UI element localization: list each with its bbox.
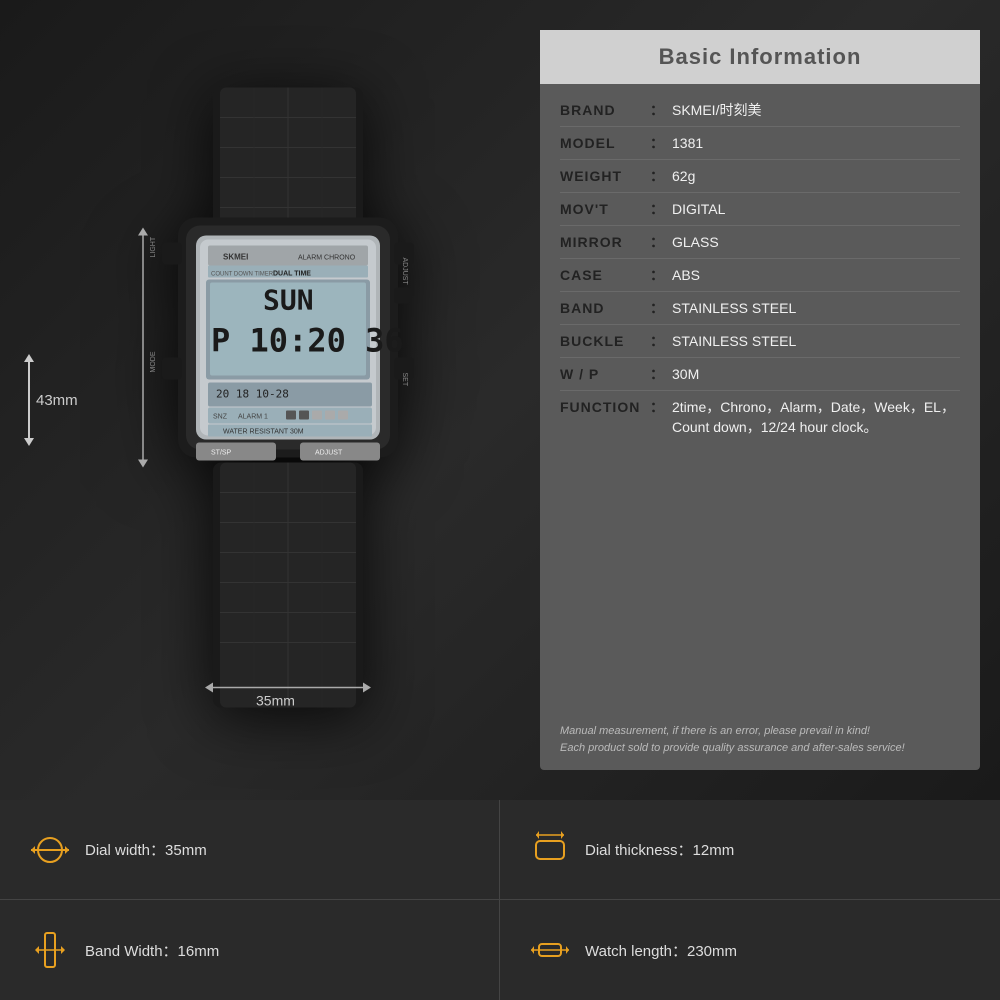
svg-text:MODE: MODE (150, 351, 157, 372)
info-rows: BRAND：SKMEI/时刻美MODEL：1381WEIGHT：62gMOV'T… (540, 84, 980, 715)
height-dimension: 43mm (28, 360, 78, 440)
info-row-value: SKMEI/时刻美 (672, 100, 761, 120)
info-row: MODEL： 1381 (560, 127, 960, 160)
info-row-sep: ： (650, 397, 664, 417)
info-row-value: STAINLESS STEEL (672, 300, 796, 316)
info-row-label: MODEL (560, 135, 650, 151)
info-row: CASE： ABS (560, 259, 960, 292)
info-row-sep: ： (650, 166, 664, 186)
info-row-value: 30M (672, 366, 699, 382)
spec-cell-1: Dial thickness：12mm (500, 800, 1000, 900)
svg-text:SUN: SUN (263, 284, 314, 317)
spec-label-2: Band Width：16mm (85, 940, 219, 961)
info-row-label: MOV'T (560, 201, 650, 217)
svg-text:ADJUST: ADJUST (315, 450, 343, 457)
info-row-value: 1381 (672, 135, 703, 151)
svg-text:20 18 10-28: 20 18 10-28 (216, 388, 289, 401)
info-row-label: BRAND (560, 102, 650, 118)
svg-text:P 10:20 36: P 10:20 36 (211, 322, 404, 360)
svg-text:DUAL TIME: DUAL TIME (273, 271, 311, 278)
info-row-sep: ： (650, 100, 664, 120)
info-row-label: W / P (560, 366, 650, 382)
info-row-value: 62g (672, 168, 695, 184)
svg-text:ALARM CHRONO: ALARM CHRONO (298, 255, 356, 262)
svg-text:ALARM 1: ALARM 1 (238, 414, 268, 421)
info-row-label: FUNCTION (560, 399, 650, 415)
info-note: Manual measurement, if there is an error… (540, 715, 980, 770)
spec-cell-2: Band Width：16mm (0, 900, 500, 1000)
info-panel: Basic Information BRAND：SKMEI/时刻美MODEL：1… (540, 30, 980, 770)
info-row-label: BAND (560, 300, 650, 316)
spec-icon-1 (530, 831, 570, 869)
info-row: BAND： STAINLESS STEEL (560, 292, 960, 325)
spec-label-1: Dial thickness：12mm (585, 839, 734, 860)
svg-text:ST/SP: ST/SP (211, 450, 232, 457)
spec-icon-2 (30, 931, 70, 969)
spec-label-0: Dial width：35mm (85, 839, 207, 860)
spec-label-3: Watch length：230mm (585, 940, 737, 961)
info-row-label: BUCKLE (560, 333, 650, 349)
info-row: W / P： 30M (560, 358, 960, 391)
spec-cell-0: Dial width：35mm (0, 800, 500, 900)
info-row: MOV'T： DIGITAL (560, 193, 960, 226)
specs-bar: Dial width：35mm Dial thickness：12mm Band W… (0, 800, 1000, 1000)
info-row-value: DIGITAL (672, 201, 725, 217)
info-row-value: GLASS (672, 234, 719, 250)
svg-text:SNZ: SNZ (213, 414, 228, 421)
info-title: Basic Information (540, 30, 980, 84)
info-row: WEIGHT： 62g (560, 160, 960, 193)
svg-text:35mm: 35mm (256, 693, 295, 708)
info-row-sep: ： (650, 232, 664, 252)
info-row-label: MIRROR (560, 234, 650, 250)
svg-text:WATER RESISTANT 30M: WATER RESISTANT 30M (223, 429, 304, 436)
info-row-sep: ： (650, 199, 664, 219)
info-row: BRAND： SKMEI/时刻美 (560, 94, 960, 127)
info-row-sep: ： (650, 331, 664, 351)
info-row: MIRROR： GLASS (560, 226, 960, 259)
info-row-sep: ： (650, 364, 664, 384)
svg-text:ADJUST: ADJUST (401, 258, 408, 286)
info-row-value: 2time，Chrono，Alarm，Date，Week，EL，Count do… (672, 397, 960, 437)
info-row-sep: ： (650, 298, 664, 318)
spec-cell-3: Watch length：230mm (500, 900, 1000, 1000)
spec-icon-0 (30, 831, 70, 869)
svg-text:COUNT DOWN TIMER: COUNT DOWN TIMER (211, 272, 274, 278)
watch-image-area: 43mm (0, 0, 540, 800)
info-row-sep: ： (650, 133, 664, 153)
spec-icon-3 (530, 931, 570, 969)
info-row-value: ABS (672, 267, 700, 283)
svg-text:SKMEI: SKMEI (223, 253, 248, 262)
info-row-label: WEIGHT (560, 168, 650, 184)
info-row-sep: ： (650, 265, 664, 285)
watch-illustration: LIGHT MODE ADJUST SET SKMEI ALARM CHRONO… (108, 88, 468, 713)
svg-text:LIGHT: LIGHT (150, 236, 157, 257)
info-row: FUNCTION： 2time，Chrono，Alarm，Date，Week，EL… (560, 391, 960, 443)
info-row-value: STAINLESS STEEL (672, 333, 796, 349)
svg-text:SET: SET (401, 373, 408, 387)
info-row: BUCKLE： STAINLESS STEEL (560, 325, 960, 358)
info-row-label: CASE (560, 267, 650, 283)
